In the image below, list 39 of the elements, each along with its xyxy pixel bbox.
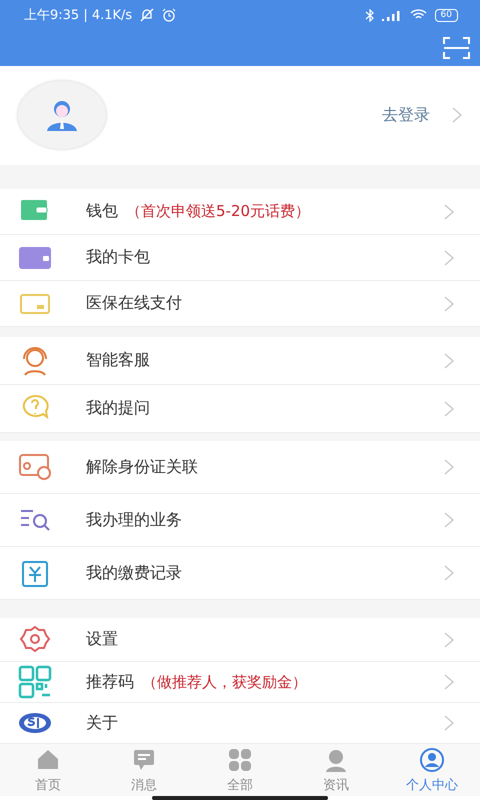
status-time: 上午9:35 | 4.1K/s [24, 7, 132, 24]
grid-icon [227, 746, 253, 772]
alarm-icon [162, 8, 176, 22]
menu-item[interactable]: 钱包 [86, 201, 118, 222]
menu-item[interactable]: 医保在线支付 [86, 293, 182, 314]
chevron-icon [444, 674, 454, 690]
menu-item[interactable]: 我的提问 [86, 398, 150, 419]
chevron-icon [444, 632, 454, 648]
wifi-icon [410, 9, 427, 21]
chevron-icon [444, 715, 454, 731]
user-icon [45, 98, 79, 132]
chevron-icon [444, 459, 454, 475]
menu-item[interactable]: 解除身份证关联 [86, 456, 198, 478]
chevron-icon [444, 250, 454, 266]
menu-item[interactable]: 关于 [86, 712, 118, 734]
promo-text: （做推荐人，获奖励金） [142, 672, 307, 692]
menu-item[interactable]: 智能客服 [86, 350, 150, 371]
bluetooth-icon [364, 8, 374, 22]
muted-bell-icon [140, 8, 154, 22]
qr-code-icon [18, 665, 52, 699]
tab[interactable]: 个人中心 [384, 744, 480, 796]
chevron-icon [444, 352, 454, 368]
chevron-icon [444, 296, 454, 312]
chevron-icon [444, 400, 454, 416]
chevron-icon [452, 107, 462, 124]
menu-item[interactable]: 推荐码 [86, 672, 134, 692]
menu-item[interactable]: 我的缴费记录 [86, 562, 182, 584]
promo-text: （首次申领送5-20元话费） [126, 202, 310, 221]
chevron-icon [444, 204, 454, 220]
chevron-icon [444, 565, 454, 581]
menu-item[interactable]: 设置 [86, 629, 118, 650]
scan-icon[interactable] [443, 36, 470, 59]
menu-item[interactable]: 我的卡包 [86, 247, 150, 268]
battery-level: 60 [434, 8, 458, 22]
profile-icon [419, 746, 445, 772]
signal-icon [382, 10, 402, 20]
menu-item[interactable]: 我办理的业务 [86, 510, 182, 530]
login-link[interactable]: 去登录 [382, 104, 430, 126]
chevron-icon [444, 512, 454, 528]
